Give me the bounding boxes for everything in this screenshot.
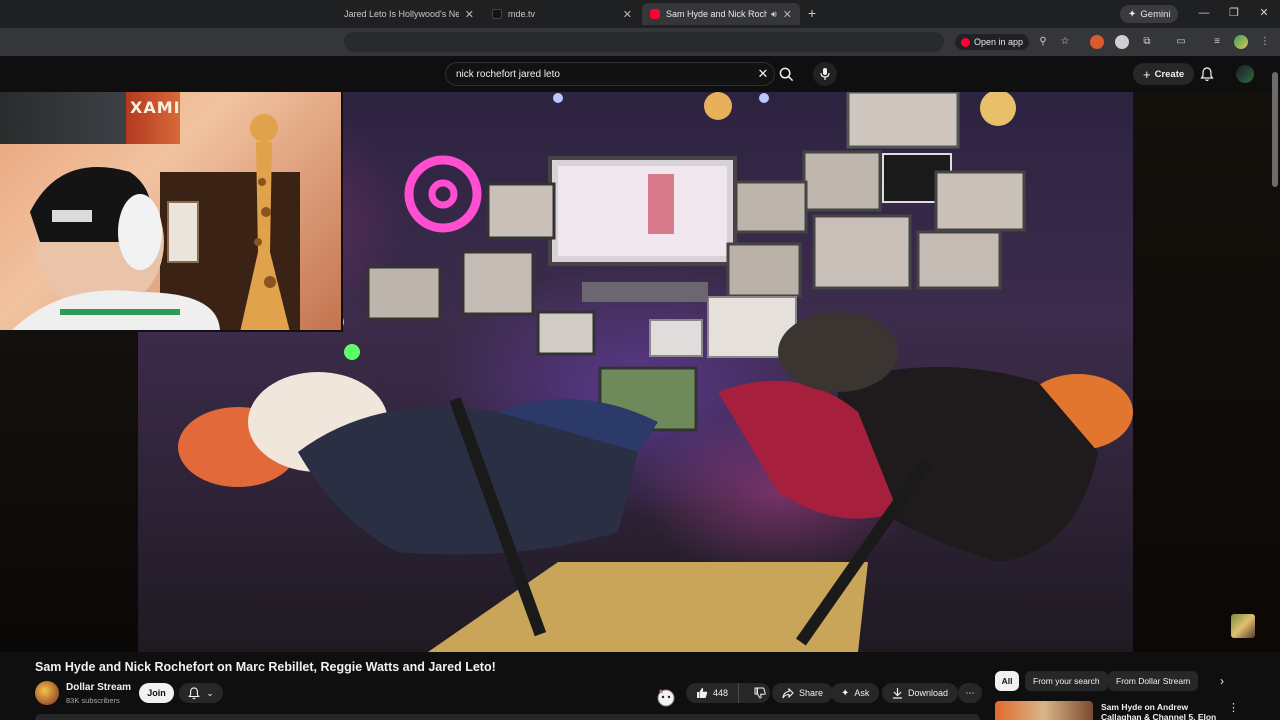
bell-icon: [1200, 66, 1214, 81]
sticker-icon: [657, 689, 675, 707]
webcam-scene-image: [12, 114, 300, 330]
tab-close-icon[interactable]: ✕: [465, 8, 474, 21]
more-actions-button[interactable]: ⋯: [958, 683, 982, 703]
open-in-app-label: Open in app: [974, 37, 1024, 47]
like-button[interactable]: 448: [686, 683, 740, 703]
page-scrollbar[interactable]: [1272, 72, 1278, 187]
plus-icon: +: [1143, 66, 1151, 82]
gemini-label: Gemini: [1140, 8, 1171, 20]
window-close-icon[interactable]: ✕: [1256, 5, 1272, 21]
ask-label: Ask: [854, 688, 870, 698]
search-input[interactable]: nick rochefort jared leto: [456, 69, 752, 80]
recommended-video-thumbnail[interactable]: [995, 701, 1093, 720]
more-icon: ⋯: [965, 687, 975, 698]
open-in-app-button[interactable]: Open in app: [955, 34, 1030, 50]
video-player[interactable]: XAMI: [0, 92, 1280, 652]
youtube-masthead: nick rochefort jared leto ✕ + Create: [0, 56, 1280, 92]
channel-avatar[interactable]: [35, 681, 59, 705]
like-icon: [697, 688, 708, 698]
search-box[interactable]: nick rochefort jared leto ✕: [445, 62, 775, 86]
reading-list-icon[interactable]: ≡: [1210, 35, 1224, 49]
player-letterbox-right: [1133, 92, 1280, 652]
browser-toolbar: Open in app ⚲ ☆ ⧉ ▭ ≡ ⋮: [0, 28, 1280, 56]
tab-favicon-icon: [492, 9, 502, 19]
audio-playing-icon[interactable]: 🔊︎: [771, 9, 777, 20]
browser-tab-youtube[interactable]: Sam Hyde and Nick Rochefort 🔊︎ ✕: [642, 3, 800, 25]
more-icon[interactable]: ⋮: [1228, 701, 1239, 714]
extension-icon[interactable]: [1115, 35, 1129, 49]
browser-tab-strip: Jared Leto Is Hollywood's Next ✕ mde.tv …: [0, 0, 1280, 28]
gemini-button[interactable]: ✦ Gemini: [1120, 5, 1179, 23]
subscription-notifications-button[interactable]: ⌄: [179, 683, 223, 703]
profile-avatar-icon[interactable]: [1234, 35, 1248, 49]
new-tab-button[interactable]: +: [804, 5, 820, 21]
search-icon: [779, 67, 793, 81]
account-avatar[interactable]: [1236, 65, 1254, 83]
tab-close-icon[interactable]: ✕: [623, 8, 632, 21]
chip-all[interactable]: All: [995, 671, 1019, 691]
channel-name[interactable]: Dollar Stream: [66, 682, 131, 693]
chip-from-your-search[interactable]: From your search: [1025, 671, 1108, 691]
streamer-webcam-overlay: XAMI: [0, 92, 343, 332]
download-button[interactable]: Download: [882, 683, 959, 703]
chevron-down-icon: ⌄: [206, 687, 214, 698]
youtube-logo-icon: [961, 37, 970, 47]
description-box[interactable]: [35, 714, 980, 720]
like-count: 448: [713, 688, 729, 698]
cast-icon[interactable]: ▭: [1174, 35, 1188, 49]
tab-title: Jared Leto Is Hollywood's Next: [344, 9, 459, 19]
subscriber-count: 83K subscribers: [66, 696, 120, 705]
notifications-button[interactable]: [1198, 65, 1216, 83]
extensions-puzzle-icon[interactable]: ⧉: [1140, 35, 1154, 49]
share-icon: [782, 687, 794, 698]
tab-title: mde.tv: [508, 9, 536, 19]
ask-button[interactable]: ✦ Ask: [831, 683, 880, 703]
browser-menu-icon[interactable]: ⋮: [1258, 35, 1272, 49]
create-button[interactable]: + Create: [1133, 63, 1195, 85]
address-bar[interactable]: [344, 32, 944, 52]
share-button[interactable]: Share: [772, 683, 834, 703]
streamer-emote-avatar: [1231, 614, 1255, 638]
chevron-right-icon[interactable]: ›: [1214, 673, 1230, 689]
chip-from-dollar-stream[interactable]: From Dollar Stream: [1108, 671, 1199, 691]
sparkle-icon: ✦: [1128, 8, 1137, 20]
join-button[interactable]: Join: [139, 683, 174, 703]
video-title: Sam Hyde and Nick Rochefort on Marc Rebi…: [35, 660, 496, 674]
zoom-icon[interactable]: ⚲: [1036, 35, 1050, 49]
create-label: Create: [1154, 68, 1185, 80]
ask-sparkle-icon: ✦: [841, 687, 850, 699]
search-button[interactable]: [772, 62, 800, 86]
bookmark-star-icon[interactable]: ☆: [1058, 35, 1072, 49]
dislike-icon: [754, 687, 766, 699]
browser-tab-jared-leto[interactable]: Jared Leto Is Hollywood's Next ✕: [336, 3, 482, 25]
share-label: Share: [799, 688, 824, 698]
youtube-favicon-icon: [650, 9, 660, 19]
clear-search-icon[interactable]: ✕: [752, 66, 774, 82]
tab-close-icon[interactable]: ✕: [783, 8, 792, 21]
like-dislike-group: 448: [686, 683, 770, 703]
minimize-icon[interactable]: —: [1196, 5, 1212, 21]
tab-title: Sam Hyde and Nick Rochefort: [666, 9, 768, 19]
mic-icon: [820, 68, 830, 80]
extension-icon[interactable]: [1090, 35, 1104, 49]
voice-search-button[interactable]: [813, 62, 837, 86]
browser-tab-mde[interactable]: mde.tv ✕: [484, 3, 640, 25]
bell-icon: [188, 686, 201, 699]
download-label: Download: [908, 688, 949, 698]
download-icon: [893, 688, 902, 699]
restore-icon[interactable]: ❐: [1226, 5, 1242, 21]
recommended-video-title[interactable]: Sam Hyde on Andrew Callaghan & Channel 5…: [1101, 702, 1225, 720]
